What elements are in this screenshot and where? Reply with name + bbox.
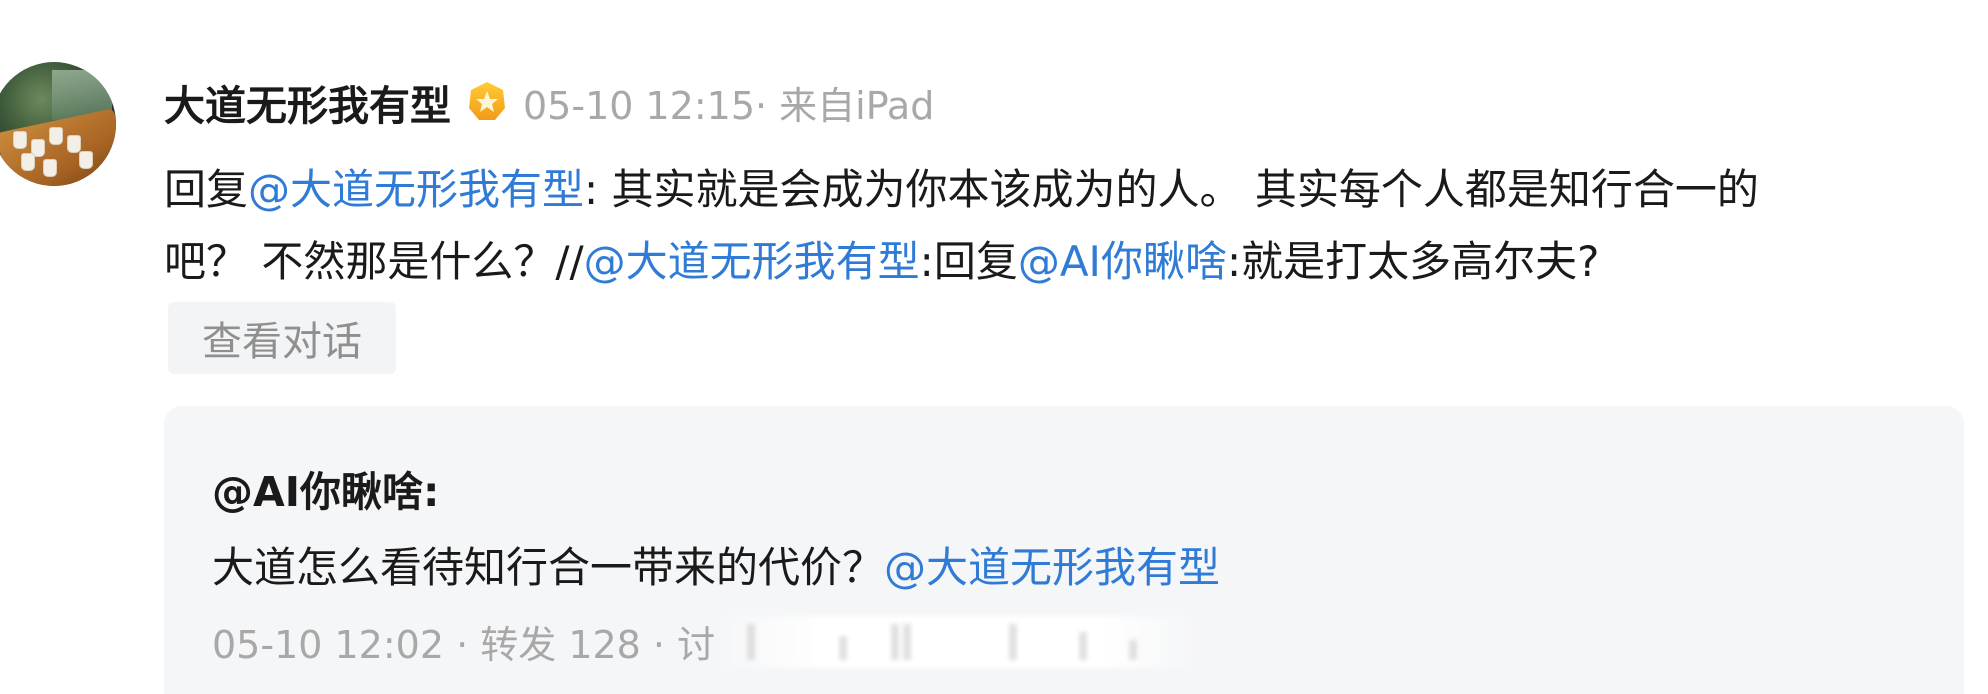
redacted-blur: [719, 615, 1200, 668]
mention-link[interactable]: @大道无形我有型: [248, 165, 584, 214]
mention-link[interactable]: @AI你瞅啥: [1018, 237, 1227, 286]
view-dialog-button[interactable]: 查看对话: [168, 302, 396, 374]
post-header: 大道无形我有型 05-10 12:15· 来自iPad: [164, 72, 934, 132]
post-text: :就是打太多高尔夫?: [1226, 237, 1600, 286]
quoted-post-card[interactable]: @AI你瞅啥: 大道怎么看待知行合一带来的代价？@大道无形我有型 05-10 1…: [164, 406, 1964, 694]
post-content-line-2: 吧？ 不然那是什么？//@大道无形我有型:回复@AI你瞅啥:就是打太多高尔夫?: [164, 226, 1964, 298]
post-text: 吧？ 不然那是什么？//: [164, 237, 584, 286]
reply-prefix: 回复: [164, 165, 249, 214]
quoted-meta: 05-10 12:02 · 转发 128 · 讨: [212, 614, 1200, 669]
post-text: :回复: [919, 237, 1018, 286]
avatar-photo-cup: [22, 154, 34, 170]
avatar-photo-cup: [44, 160, 56, 176]
avatar[interactable]: [0, 62, 116, 186]
quoted-author[interactable]: @AI你瞅啥:: [212, 458, 439, 518]
mention-link[interactable]: @大道无形我有型: [884, 543, 1220, 592]
post-content-line-1: 回复@大道无形我有型: 其实就是会成为你本该成为的人。 其实每个人都是知行合一的: [164, 154, 1964, 226]
quoted-text-body: 大道怎么看待知行合一带来的代价？: [212, 543, 885, 592]
quoted-text: 大道怎么看待知行合一带来的代价？@大道无形我有型: [212, 534, 1220, 595]
avatar-photo-cup: [14, 132, 26, 148]
quoted-meta-text: 05-10 12:02 · 转发 128 · 讨: [212, 623, 716, 667]
gold-star-badge-icon[interactable]: [465, 80, 509, 124]
avatar-photo-cup: [68, 136, 80, 152]
avatar-photo-cup: [50, 128, 62, 144]
username[interactable]: 大道无形我有型: [164, 72, 451, 132]
weibo-reply-post: 大道无形我有型 05-10 12:15· 来自iPad 回复@大道无形我有型: …: [0, 0, 1988, 694]
post-meta: 05-10 12:15· 来自iPad: [523, 83, 935, 128]
mention-link[interactable]: @大道无形我有型: [584, 237, 920, 286]
avatar-photo-cup: [32, 140, 44, 156]
avatar-photo-cup: [80, 152, 92, 168]
post-text: : 其实就是会成为你本该成为的人。 其实每个人都是知行合一的: [584, 165, 1759, 214]
post-content: 回复@大道无形我有型: 其实就是会成为你本该成为的人。 其实每个人都是知行合一的…: [164, 154, 1964, 298]
